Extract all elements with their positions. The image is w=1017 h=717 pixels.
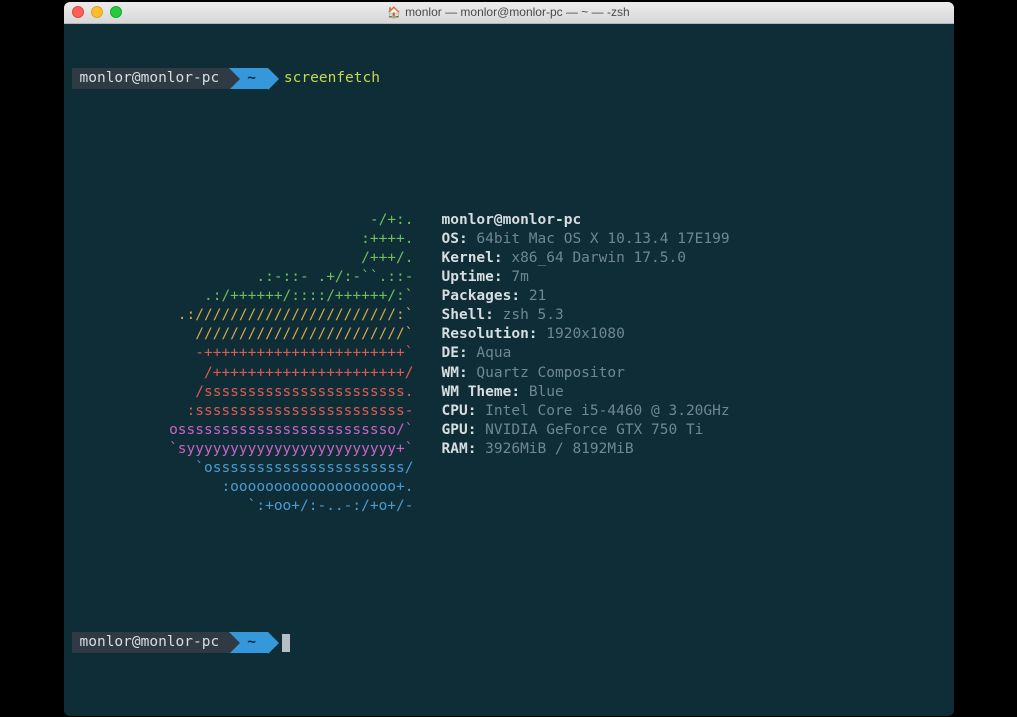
info-row: Shell: zsh 5.3 [442,306,946,325]
logo-line: :++++. [74,230,414,249]
logo-line: -+++++++++++++++++++++++` [74,344,414,363]
logo-line: /++++++++++++++++++++++/ [74,364,414,383]
info-row: GPU: NVIDIA GeForce GTX 750 Ti [442,421,946,440]
logo-line: .:/++++++/::::/++++++/:` [74,287,414,306]
screenfetch-output: -/+:.:++++./+++/..:-::- .+/:-``.::-.:/++… [72,211,946,517]
info-row: Resolution: 1920x1080 [442,325,946,344]
info-row: OS: 64bit Mac OS X 10.13.4 17E199 [442,230,946,249]
terminal-body[interactable]: monlor@monlor-pc ~ screenfetch -/+:.:+++… [64,24,954,716]
logo-line: .:-::- .+/:-``.::- [74,268,414,287]
logo-line: `:+oo+/:-..-:/+o+/- [74,497,414,516]
terminal-window: 🏠 monlor — monlor@monlor-pc — ~ — -zsh m… [64,2,954,716]
logo-line: /+++/. [74,249,414,268]
command-text: screenfetch [284,69,380,88]
info-row: WM: Quartz Compositor [442,364,946,383]
info-row: WM Theme: Blue [442,383,946,402]
titlebar: 🏠 monlor — monlor@monlor-pc — ~ — -zsh [64,2,954,24]
logo-line: .:///////////////////////:` [74,306,414,325]
logo-line: ////////////////////////` [74,325,414,344]
logo-line: -/+:. [74,211,414,230]
window-title: 🏠 monlor — monlor@monlor-pc — ~ — -zsh [64,5,954,19]
info-row: Uptime: 7m [442,268,946,287]
info-host: monlor@monlor-pc [442,211,946,230]
logo-line: `ossssssssssssssssssssss/ [74,459,414,478]
prompt-host: monlor@monlor-pc [72,68,230,89]
logo-line: osssssssssssssssssssssssso/` [74,421,414,440]
info-row: DE: Aqua [442,344,946,363]
info-row: Packages: 21 [442,287,946,306]
logo-line: `syyyyyyyyyyyyyyyyyyyyyyyy+` [74,440,414,459]
cursor [282,634,290,652]
logo-line: :ssssssssssssssssssssssss- [74,402,414,421]
prompt-line-2: monlor@monlor-pc ~ [72,632,946,653]
ascii-logo: -/+:.:++++./+++/..:-::- .+/:-``.::-.:/++… [74,211,414,517]
prompt-host: monlor@monlor-pc [72,632,230,653]
logo-line: :ooooooooooooooooooo+. [74,478,414,497]
info-row: RAM: 3926MiB / 8192MiB [442,440,946,459]
prompt-line-1: monlor@monlor-pc ~ screenfetch [72,68,946,89]
system-info: monlor@monlor-pcOS: 64bit Mac OS X 10.13… [442,211,946,517]
info-row: CPU: Intel Core i5-4460 @ 3.20GHz [442,402,946,421]
title-text: monlor — monlor@monlor-pc — ~ — -zsh [405,5,630,19]
info-row: Kernel: x86_64 Darwin 17.5.0 [442,249,946,268]
home-icon: 🏠 [387,6,401,19]
logo-line: /sssssssssssssssssssssss. [74,383,414,402]
